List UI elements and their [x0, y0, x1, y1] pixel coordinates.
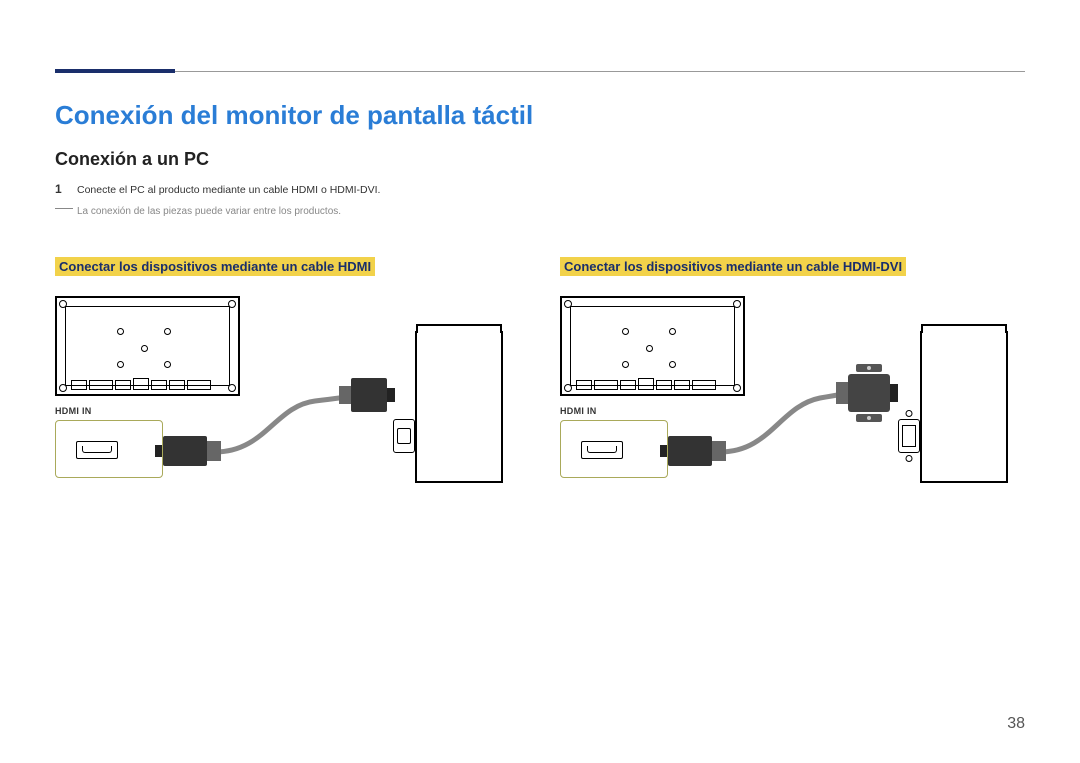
- diagram-columns: Conectar los dispositivos mediante un ca…: [55, 257, 1025, 506]
- hdmi-in-callout: [55, 420, 163, 478]
- hdmi-in-label: HDMI IN: [55, 406, 92, 416]
- manual-page: Conexión del monitor de pantalla táctil …: [0, 0, 1080, 763]
- dvi-connector-icon: [836, 364, 898, 422]
- page-number: 38: [1007, 715, 1025, 733]
- column-hdmi-dvi: Conectar los dispositivos mediante un ca…: [560, 257, 1025, 506]
- header-rule: [55, 71, 1025, 72]
- footnote-dash: [55, 208, 73, 209]
- column-hdmi: Conectar los dispositivos mediante un ca…: [55, 257, 520, 506]
- heading-hdmi-dvi: Conectar los dispositivos mediante un ca…: [560, 257, 906, 276]
- hdmi-in-callout: [560, 420, 668, 478]
- header-accent: [55, 69, 175, 73]
- footnote: La conexión de las piezas puede variar e…: [55, 206, 1025, 217]
- page-title: Conexión del monitor de pantalla táctil: [55, 100, 1025, 131]
- hdmi-in-label: HDMI IN: [560, 406, 597, 416]
- diagram-hdmi-dvi: HDMI IN: [560, 296, 1025, 506]
- hdmi-port-icon: [581, 441, 623, 459]
- heading-hdmi: Conectar los dispositivos mediante un ca…: [55, 257, 375, 276]
- diagram-hdmi: HDMI IN: [55, 296, 520, 506]
- step-text: Conecte el PC al producto mediante un ca…: [77, 184, 380, 196]
- hdmi-port-icon: [76, 441, 118, 459]
- step-row: 1 Conecte el PC al producto mediante un …: [55, 182, 1025, 196]
- section-subtitle: Conexión a un PC: [55, 149, 1025, 170]
- footnote-text: La conexión de las piezas puede variar e…: [77, 206, 341, 217]
- step-number: 1: [55, 182, 67, 196]
